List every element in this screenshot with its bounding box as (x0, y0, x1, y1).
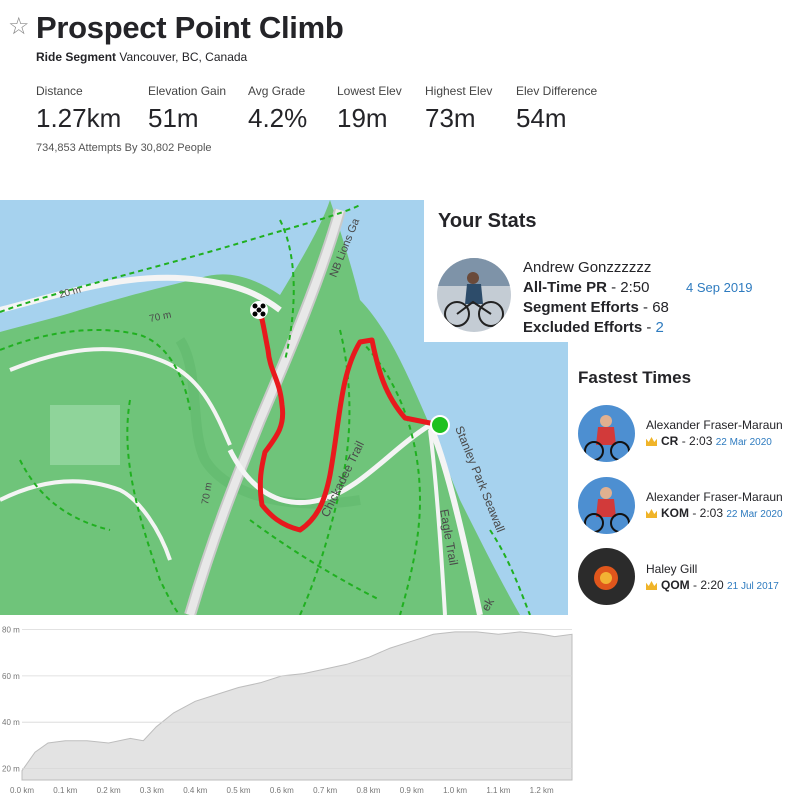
athlete-name[interactable]: Andrew Gonzzzzzz (523, 259, 651, 276)
stat-label: Lowest Elev (337, 84, 402, 98)
excluded-efforts-row: Excluded Efforts - 2 (523, 319, 664, 336)
stat-label: Distance (36, 84, 83, 98)
date-link[interactable]: 22 Mar 2020 (716, 437, 772, 448)
award-label: QOM (661, 578, 690, 592)
segment-location: Vancouver, BC, Canada (119, 50, 248, 64)
stat-label: Avg Grade (248, 84, 306, 98)
elevation-chart[interactable]: 20 m 40 m 60 m 80 m 0.0 km 0.1 km 0.2 km 0.3 k… (0, 615, 582, 800)
segment-type: Ride Segment (36, 50, 117, 64)
x-tick-label: 0.2 km (97, 786, 121, 795)
athlete-photo-icon (578, 548, 635, 605)
stat-elev-difference: Elev Difference 54m (516, 84, 597, 134)
excluded-separator: - (646, 319, 652, 336)
x-tick-label: 0.1 km (53, 786, 77, 795)
excluded-value-link[interactable]: 2 (656, 319, 664, 336)
x-tick-label: 0.6 km (270, 786, 294, 795)
crown-icon (646, 437, 657, 446)
x-tick-label: 0.8 km (356, 786, 380, 795)
stat-lowest-elev: Lowest Elev 19m (337, 84, 402, 134)
finish-flag-check (260, 311, 266, 317)
stat-avg-grade: Avg Grade 4.2% (248, 84, 307, 134)
pr-value: - 2:50 (611, 279, 650, 296)
excluded-label: Excluded Efforts (523, 319, 643, 336)
avatar[interactable] (578, 477, 635, 534)
finish-flag-check (260, 303, 266, 309)
page-title: Prospect Point Climb (36, 10, 344, 45)
leader-name[interactable]: Alexander Fraser-Maraun (646, 490, 783, 504)
attempts-count: 734,853 Attempts By 30,802 People (36, 142, 212, 154)
x-tick-label: 1.1 km (486, 786, 510, 795)
map-park-area (50, 405, 120, 465)
finish-flag-check (256, 307, 262, 313)
athlete-photo-icon (578, 405, 635, 462)
x-tick-label: 0.5 km (227, 786, 251, 795)
your-stats-title: Your Stats (438, 210, 537, 232)
elevation-profile[interactable]: 20 m 40 m 60 m 80 m 0.0 km 0.1 km 0.2 km 0.3 k… (0, 615, 582, 800)
time-value: - 2:20 (693, 578, 724, 592)
stat-value: 54m (516, 103, 567, 133)
segment-efforts-row: Segment Efforts - 68 (523, 299, 669, 316)
pr-label: All-Time PR (523, 279, 607, 296)
stat-label: Highest Elev (425, 84, 493, 98)
leader-name[interactable]: Alexander Fraser-Maraun (646, 418, 783, 432)
time-value: - 2:03 (681, 434, 713, 448)
finish-flag-check (252, 303, 258, 309)
finish-flag-check (252, 311, 258, 317)
y-tick-label: 60 m (2, 672, 20, 681)
y-tick-label: 80 m (2, 626, 20, 635)
segment-subtitle: Ride Segment Vancouver, BC, Canada (36, 50, 247, 64)
crown-icon (646, 509, 657, 518)
x-tick-label: 0.7 km (313, 786, 337, 795)
elevation-y-axis: 20 m 40 m 60 m 80 m (2, 626, 20, 774)
leader-time: QOM - 2:20 21 Jul 2017 (646, 578, 779, 592)
time-value: - 2:03 (692, 506, 724, 520)
avatar[interactable] (578, 548, 635, 605)
x-tick-label: 0.0 km (10, 786, 34, 795)
pr-row: All-Time PR - 2:50 (523, 279, 649, 296)
stat-value: 1.27km (36, 103, 122, 133)
x-tick-label: 0.3 km (140, 786, 164, 795)
award-label: CR (661, 434, 679, 448)
favorite-star-icon[interactable]: ☆ (8, 12, 30, 40)
athlete-photo-icon (578, 477, 635, 534)
y-tick-label: 20 m (2, 764, 20, 773)
x-tick-label: 0.9 km (400, 786, 424, 795)
leader-time: KOM - 2:03 22 Mar 2020 (646, 506, 783, 520)
x-tick-label: 0.4 km (183, 786, 207, 795)
stat-value: 73m (425, 103, 476, 133)
stat-value: 19m (337, 103, 388, 133)
athlete-photo-icon (437, 258, 511, 332)
avatar[interactable] (437, 258, 511, 332)
pr-date-link[interactable]: 4 Sep 2019 (686, 280, 753, 295)
date-link[interactable]: 22 Mar 2020 (726, 509, 782, 520)
stat-label: Elev Difference (516, 84, 598, 98)
stat-distance: Distance 1.27km (36, 84, 121, 134)
stat-label: Elevation Gain (148, 84, 227, 98)
stat-elevation-gain: Elevation Gain 51m (148, 84, 226, 134)
x-tick-label: 1.2 km (530, 786, 554, 795)
efforts-value: - 68 (643, 299, 669, 316)
x-tick-label: 1.0 km (443, 786, 467, 795)
award-label: KOM (661, 506, 689, 520)
elevation-x-axis: 0.0 km 0.1 km 0.2 km 0.3 km 0.4 km 0.5 km 0.6 … (10, 786, 554, 795)
efforts-label: Segment Efforts (523, 299, 639, 316)
start-marker-icon[interactable] (430, 415, 450, 435)
stat-highest-elev: Highest Elev 73m (425, 84, 492, 134)
leader-time: CR - 2:03 22 Mar 2020 (646, 434, 772, 448)
leader-name[interactable]: Haley Gill (646, 562, 697, 576)
stat-value: 51m (148, 103, 199, 133)
stat-value: 4.2% (248, 103, 308, 133)
crown-icon (646, 581, 657, 590)
y-tick-label: 40 m (2, 718, 20, 727)
fastest-times-title: Fastest Times (578, 368, 692, 387)
date-link[interactable]: 21 Jul 2017 (727, 581, 779, 592)
elevation-area (21, 631, 573, 781)
avatar[interactable] (578, 405, 635, 462)
